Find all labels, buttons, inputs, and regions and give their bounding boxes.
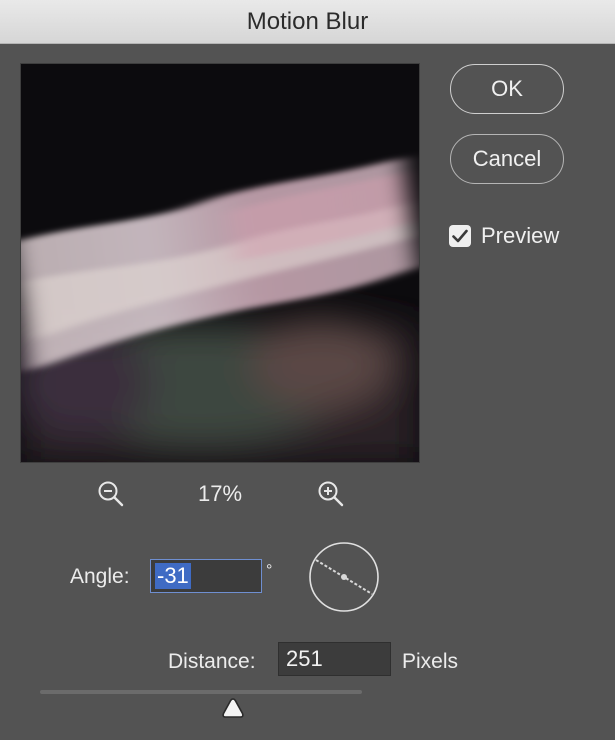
- distance-slider-thumb[interactable]: [221, 697, 245, 724]
- distance-slider-track[interactable]: [40, 690, 362, 694]
- zoom-in-icon[interactable]: [317, 480, 345, 513]
- preview-image[interactable]: [20, 63, 420, 463]
- cancel-button[interactable]: Cancel: [450, 134, 564, 184]
- ok-button-label: OK: [491, 76, 523, 101]
- zoom-level: 17%: [197, 481, 243, 506]
- degree-symbol: °: [266, 562, 273, 579]
- ok-button[interactable]: OK: [450, 64, 564, 114]
- zoom-out-icon[interactable]: [97, 480, 125, 513]
- blurred-preview-graphic: [21, 64, 419, 462]
- dialog-title: Motion Blur: [246, 7, 369, 35]
- angle-dial-icon[interactable]: [308, 541, 380, 618]
- preview-label: Preview: [481, 223, 560, 248]
- angle-label: Angle:: [70, 565, 130, 588]
- checkmark-icon: [452, 229, 468, 243]
- preview-toggle[interactable]: Preview: [449, 223, 559, 249]
- cancel-button-label: Cancel: [472, 146, 542, 171]
- pixels-unit-label: Pixels: [402, 650, 459, 673]
- title-bar[interactable]: Motion Blur: [0, 0, 615, 44]
- preview-checkbox[interactable]: [449, 225, 471, 247]
- motion-blur-dialog: Motion Blur OK Cancel Preview 17% Angle:…: [0, 0, 615, 740]
- angle-value: -31: [155, 563, 191, 589]
- distance-label: Distance:: [168, 650, 256, 673]
- distance-value: 251: [286, 646, 323, 671]
- distance-input[interactable]: 251: [278, 642, 391, 676]
- angle-input[interactable]: -31: [150, 559, 262, 593]
